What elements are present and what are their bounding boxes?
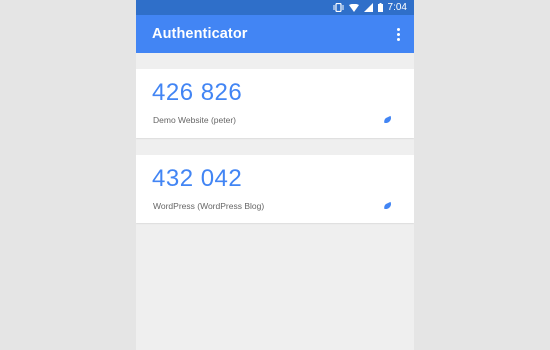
countdown-timer-icon <box>384 115 391 123</box>
vibrate-icon <box>333 3 344 12</box>
account-name: WordPress (WordPress Blog) <box>153 201 265 211</box>
otp-code: 426 826 <box>152 79 243 106</box>
wifi-icon <box>348 3 359 12</box>
battery-icon <box>377 3 383 12</box>
signal-icon <box>363 3 373 12</box>
otp-code: 432 042 <box>152 165 243 192</box>
account-card[interactable]: 432 042 WordPress (WordPress Blog) <box>136 155 414 223</box>
more-vert-icon[interactable] <box>392 25 404 43</box>
status-bar: 7:04 <box>136 0 414 15</box>
account-card[interactable]: 426 826 Demo Website (peter) <box>136 69 414 138</box>
app-title: Authenticator <box>152 26 248 42</box>
app-bar: Authenticator <box>136 15 414 53</box>
phone-screen: 7:04 Authenticator 426 826 Demo Website … <box>136 0 414 350</box>
account-name: Demo Website (peter) <box>153 115 236 125</box>
countdown-timer-icon <box>384 201 391 209</box>
status-time: 7:04 <box>387 2 407 13</box>
